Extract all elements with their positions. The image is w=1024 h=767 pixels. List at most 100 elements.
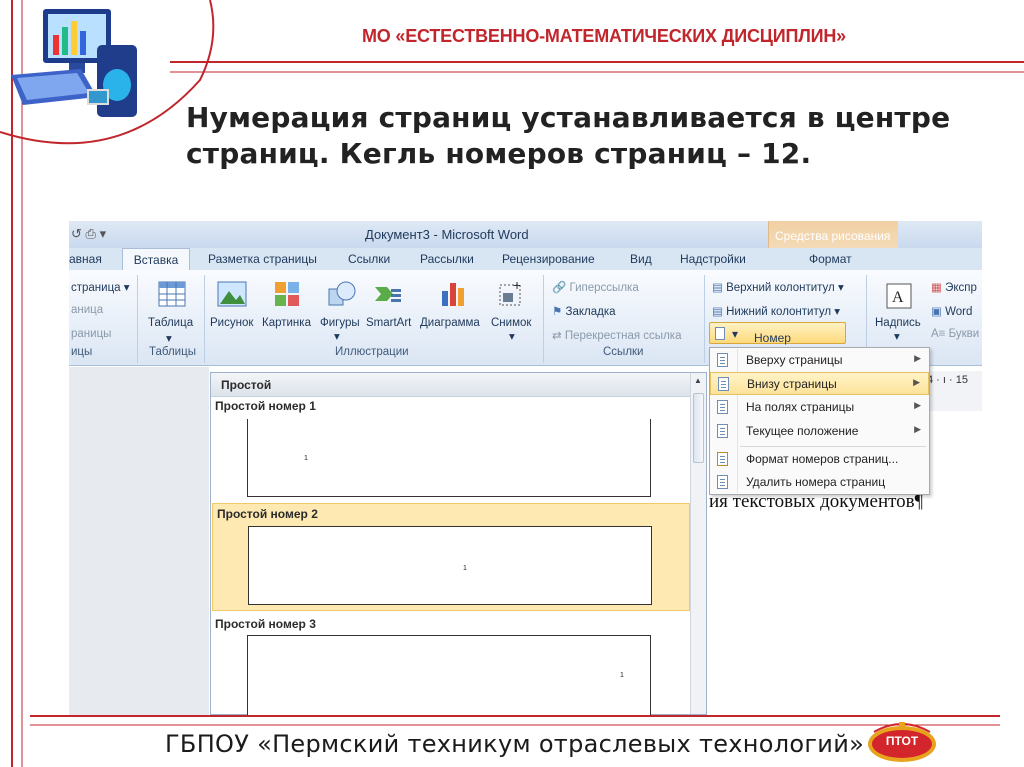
menu-item-format-page-numbers[interactable]: Формат номеров страниц... [710, 448, 929, 471]
menu-item-label: Формат номеров страниц... [746, 452, 899, 466]
crossref-icon: ⇄ [552, 330, 562, 342]
table-chevron-icon[interactable]: ▾ [166, 331, 172, 345]
gallery-scrollbar[interactable]: ▲ [690, 373, 706, 714]
tab-view[interactable]: Вид [630, 248, 652, 270]
wordart-button[interactable]: ▣ Word [931, 304, 972, 318]
group-label-pages: ицы [71, 346, 93, 358]
scrollbar-thumb[interactable] [693, 393, 704, 463]
menu-item-top-of-page[interactable]: Вверху страницы ▶ [710, 349, 929, 372]
header-button[interactable]: ▤ Верхний колонтитул ▾ [712, 280, 844, 294]
shapes-button[interactable]: Фигуры [320, 317, 360, 329]
footer-button[interactable]: ▤ Нижний колонтитул ▾ [712, 304, 840, 318]
gallery-header: Простой [211, 373, 691, 397]
footer-icon: ▤ [712, 306, 723, 318]
tab-references[interactable]: Ссылки [348, 248, 390, 270]
group-separator [137, 275, 138, 363]
header-label: Верхний колонтитул [726, 282, 835, 294]
page-number-menu: Вверху страницы ▶ Внизу страницы ▶ На по… [709, 347, 930, 495]
picture-button[interactable]: Рисунок [210, 317, 253, 329]
group-separator [204, 275, 205, 363]
menu-item-page-margins[interactable]: На полях страницы ▶ [710, 396, 929, 419]
shapes-icon [328, 281, 356, 306]
menu-item-remove-page-numbers[interactable]: Удалить номера страниц [710, 471, 929, 494]
express-blocks-icon: ▦ [931, 282, 942, 294]
header-icon: ▤ [712, 282, 723, 294]
express-blocks-label: Экспр [945, 282, 977, 294]
heading-line-2: страниц. Кегль номеров страниц – 12. [186, 137, 812, 170]
tab-insert[interactable]: Вставка [122, 248, 190, 270]
page-number-icon [715, 327, 725, 340]
textbox-icon: A [886, 283, 912, 309]
menu-item-current-position[interactable]: Текущее положение ▶ [710, 420, 929, 443]
menu-item-label: Текущее положение [746, 424, 859, 438]
footer-label: Нижний колонтитул [726, 306, 832, 318]
bookmark-label: Закладка [565, 306, 616, 318]
bookmark-button[interactable]: ⚑ Закладка [552, 304, 616, 318]
gallery-item-label: Простой номер 2 [217, 507, 318, 521]
submenu-arrow-icon: ▶ [914, 353, 921, 363]
group-separator [704, 275, 705, 363]
smartart-button[interactable]: SmartArt [366, 317, 411, 329]
textbox-button[interactable]: Надпись [875, 317, 921, 329]
tab-page-layout[interactable]: Разметка страницы [208, 248, 317, 270]
clipart-icon [275, 282, 299, 306]
gallery-item-simple-2[interactable]: Простой номер 2 1 [212, 503, 690, 611]
chart-icon [442, 283, 464, 306]
page-top-icon [717, 353, 728, 367]
scroll-up-icon[interactable]: ▲ [694, 376, 702, 385]
gallery-item-label: Простой номер 3 [215, 617, 316, 631]
menu-separator [740, 446, 926, 447]
express-blocks-button[interactable]: ▦ Экспр [931, 280, 977, 294]
menu-item-label: Вверху страницы [746, 353, 843, 367]
print-icon[interactable]: ⎙ [86, 226, 96, 241]
table-button[interactable]: Таблица [148, 317, 193, 329]
crossref-button[interactable]: ⇄ Перекрестная ссылка [552, 328, 681, 342]
picture-icon [217, 281, 247, 307]
page-thumbnail: 1 [247, 419, 651, 497]
tab-review[interactable]: Рецензирование [502, 248, 595, 270]
page-thumbnail: 1 [247, 635, 651, 715]
menu-item-label: На полях страницы [746, 400, 855, 414]
slide-heading: Нумерация страниц устанавливается в цент… [186, 100, 986, 172]
group-label-links: Ссылки [603, 346, 644, 358]
hyperlink-button[interactable]: 🔗 Гиперссылка [552, 280, 639, 294]
table-icon [158, 281, 186, 307]
page-number-mark: 1 [463, 565, 467, 572]
computer-illustration-icon [11, 9, 137, 117]
group-separator [543, 275, 544, 363]
wordart-icon: ▣ [931, 306, 942, 318]
ribbon-page-item-1-label: страница [71, 282, 121, 294]
chart-button[interactable]: Диаграмма [420, 317, 480, 329]
textbox-chevron-icon[interactable]: ▾ [894, 329, 900, 343]
group-label-tables: Таблицы [149, 346, 196, 358]
dropcap-button[interactable]: A≡ Букви [931, 328, 979, 340]
submenu-arrow-icon: ▶ [914, 400, 921, 410]
tab-mailings[interactable]: Рассылки [420, 248, 474, 270]
screenshot-button[interactable]: Снимок [491, 317, 531, 329]
tab-addins[interactable]: Надстройки [680, 248, 746, 270]
clipart-button[interactable]: Картинка [262, 317, 311, 329]
hyperlink-label: Гиперссылка [569, 282, 639, 294]
submenu-arrow-icon: ▶ [914, 424, 921, 434]
ribbon-page-item-3[interactable]: раницы [71, 328, 111, 340]
tab-home[interactable]: авная [69, 248, 119, 270]
smartart-icon [375, 287, 401, 302]
page-bottom-icon [718, 377, 729, 391]
heading-line-1: Нумерация страниц устанавливается в цент… [186, 101, 951, 134]
screenshot-icon [499, 282, 521, 306]
svg-text:A: A [892, 289, 904, 306]
tab-format[interactable]: Формат [809, 248, 852, 270]
ribbon-page-item-1[interactable]: страница ▾ [71, 280, 130, 294]
undo-icon[interactable]: ↺ [71, 226, 82, 241]
ribbon-page-item-2[interactable]: аница [71, 304, 103, 316]
menu-item-bottom-of-page[interactable]: Внизу страницы ▶ [710, 372, 929, 395]
screenshot-chevron-icon[interactable]: ▾ [509, 329, 515, 343]
slide-footer: ГБПОУ «Пермский техникум отраслевых техн… [165, 730, 865, 758]
customize-chevron-icon[interactable]: ▾ [100, 226, 107, 241]
page-margins-icon [717, 400, 728, 414]
quick-access-toolbar[interactable]: ↺ ⎙ ▾ [71, 226, 106, 242]
group-label-illustrations: Иллюстрации [335, 346, 409, 358]
page-number-button[interactable]: Номер страницы ▾ [709, 322, 846, 359]
page-number-gallery: Простой Простой номер 1 1 Простой номер … [210, 372, 707, 715]
shapes-chevron-icon[interactable]: ▾ [334, 329, 340, 343]
